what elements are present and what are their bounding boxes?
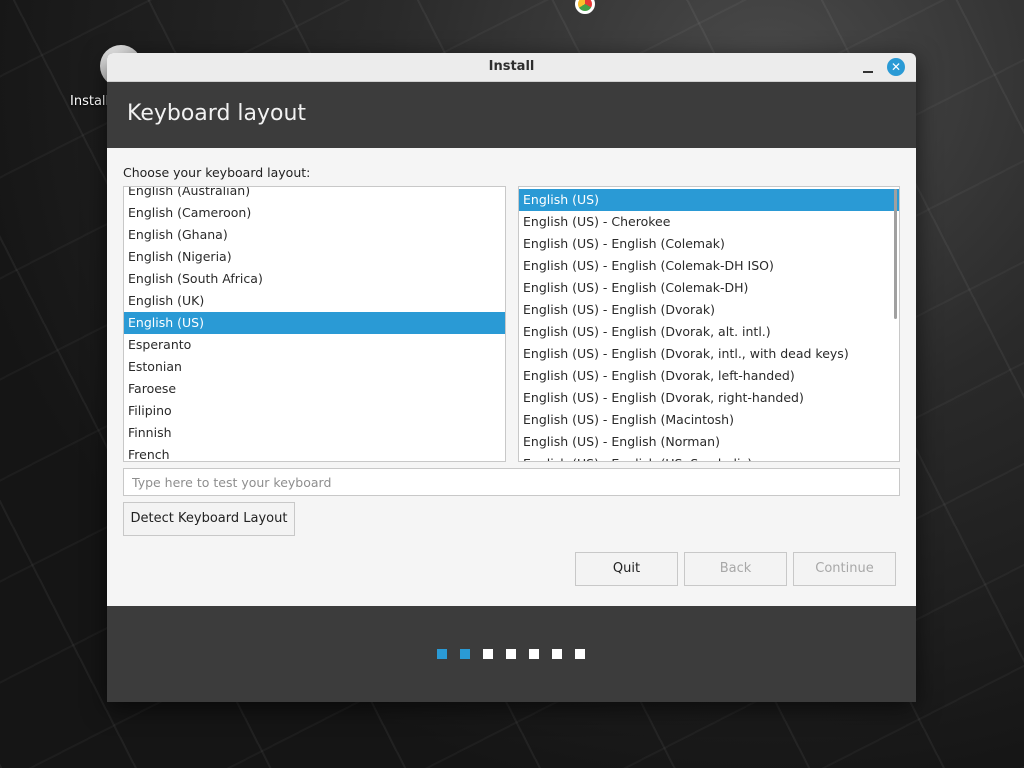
variant-list-item[interactable]: English (US) - English (Colemak) <box>519 233 899 255</box>
progress-step-dot <box>552 649 562 659</box>
window-title: Install <box>488 59 535 74</box>
progress-step-dot <box>483 649 493 659</box>
layout-list-item[interactable]: Esperanto <box>124 334 505 356</box>
content-area: Choose your keyboard layout: English (Au… <box>107 148 916 606</box>
titlebar[interactable]: Install ✕ <box>107 53 916 82</box>
variant-list-item[interactable]: English (US) - English (Macintosh) <box>519 409 899 431</box>
variant-list-item[interactable]: English (US) - English (Dvorak, right-ha… <box>519 387 899 409</box>
installer-window: Install ✕ Keyboard layout Choose your ke… <box>107 53 916 702</box>
close-button[interactable]: ✕ <box>887 58 905 76</box>
layout-list-item[interactable]: Faroese <box>124 378 505 400</box>
progress-step-dot <box>506 649 516 659</box>
layout-list-item[interactable]: Estonian <box>124 356 505 378</box>
layout-list-item[interactable]: English (Cameroon) <box>124 202 505 224</box>
variant-list-item[interactable]: English (US) - English (Dvorak, left-han… <box>519 365 899 387</box>
continue-button[interactable]: Continue <box>793 552 896 586</box>
variant-list-item[interactable]: English (US) - English (Norman) <box>519 431 899 453</box>
quit-button[interactable]: Quit <box>575 552 678 586</box>
progress-step-dot <box>460 649 470 659</box>
variant-list-scrollbar[interactable] <box>894 189 897 319</box>
layout-list-item[interactable]: English (South Africa) <box>124 268 505 290</box>
install-desktop-icon-label[interactable]: Install <box>70 94 109 109</box>
choose-layout-label: Choose your keyboard layout: <box>123 165 311 180</box>
keyboard-test-input[interactable] <box>123 468 900 496</box>
progress-footer <box>107 606 916 702</box>
layout-list-item[interactable]: Finnish <box>124 422 505 444</box>
variant-list-item[interactable]: English (US) - English (Dvorak, intl., w… <box>519 343 899 365</box>
layout-list-item[interactable]: English (Nigeria) <box>124 246 505 268</box>
layout-list-item[interactable]: French <box>124 444 505 461</box>
variant-list-item[interactable]: English (US) - English (US, Symbolic) <box>519 453 899 461</box>
page-header: Keyboard layout <box>107 82 916 148</box>
layout-list-item[interactable]: English (US) <box>124 312 505 334</box>
progress-step-dot <box>529 649 539 659</box>
layout-list[interactable]: English (Australian) English (Cameroon) En… <box>123 186 506 462</box>
layout-list-item[interactable]: English (Ghana) <box>124 224 505 246</box>
detect-keyboard-layout-button[interactable]: Detect Keyboard Layout <box>123 502 295 536</box>
variant-list[interactable]: English (US) English (US) - Cherokee Engli… <box>518 186 900 462</box>
variant-list-item[interactable]: English (US) - Cherokee <box>519 211 899 233</box>
minimize-button[interactable] <box>861 61 875 75</box>
variant-list-item[interactable]: English (US) - English (Dvorak, alt. int… <box>519 321 899 343</box>
layout-list-item[interactable]: English (Australian) <box>124 187 505 202</box>
variant-list-item[interactable]: English (US) <box>519 189 899 211</box>
variant-list-item[interactable]: English (US) - English (Colemak-DH ISO) <box>519 255 899 277</box>
back-button[interactable]: Back <box>684 552 787 586</box>
layout-list-item[interactable]: English (UK) <box>124 290 505 312</box>
progress-step-dot <box>575 649 585 659</box>
progress-step-dot <box>437 649 447 659</box>
variant-list-item[interactable]: English (US) - English (Colemak-DH) <box>519 277 899 299</box>
layout-list-item[interactable]: Filipino <box>124 400 505 422</box>
variant-list-item[interactable]: English (US) - English (Dvorak) <box>519 299 899 321</box>
page-title: Keyboard layout <box>127 101 307 126</box>
